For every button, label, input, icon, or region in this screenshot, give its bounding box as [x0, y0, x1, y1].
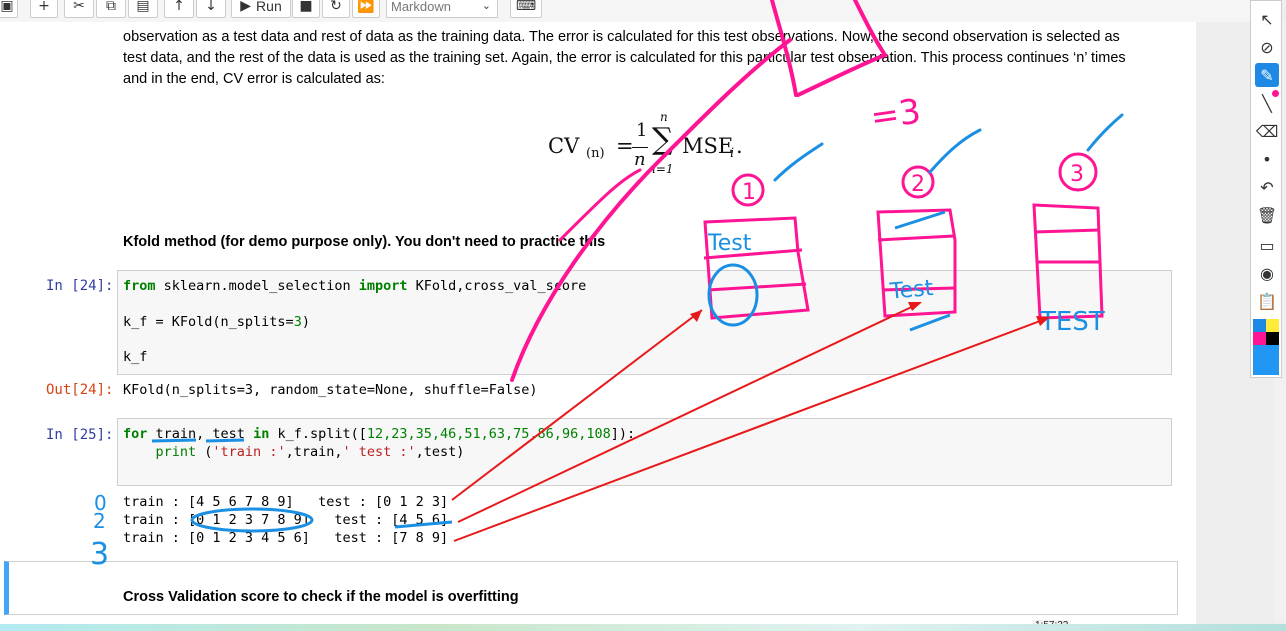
cell-output: KFold(n_splits=3, random_state=None, shu… [123, 382, 538, 398]
keyword: for [123, 426, 148, 442]
formula-frac-den: n [634, 149, 646, 170]
cell-type-value: Markdown [391, 0, 451, 14]
run-button[interactable]: ▶ Run [231, 0, 291, 18]
sum-symbol: ∑ [652, 122, 674, 157]
code-line: k_f [123, 349, 148, 365]
formula-eq: = [616, 134, 634, 158]
number: 12,23,35,46,51,63,75,86,96,108 [366, 426, 611, 442]
cell-type-select[interactable]: Markdown ⌄ [386, 0, 498, 18]
fold-output: train : [0 1 2 3 4 5 6] test : [7 8 9] [123, 530, 449, 546]
fast-forward-icon[interactable]: ⏩ [352, 0, 380, 18]
code-line: from sklearn.model_selection import KFol… [123, 278, 586, 294]
color-swatch-pink[interactable] [1253, 332, 1266, 345]
code-text: KFold,cross_val_score [407, 278, 587, 294]
pointer-icon[interactable]: ↖ [1255, 7, 1279, 31]
dot-icon[interactable]: • [1255, 147, 1279, 171]
kfold-heading: Kfold method (for demo purpose only). Yo… [123, 234, 606, 250]
code-line: for train, test in k_f.split([12,23,35,4… [123, 426, 635, 442]
restart-icon[interactable]: ↻ [322, 0, 350, 18]
code-text: ]): [610, 426, 636, 442]
run-icon: ▶ [240, 0, 252, 14]
copy-icon[interactable]: ⧉ [96, 0, 126, 18]
bottom-bar [0, 624, 1286, 631]
formula-term-sub: i [730, 146, 735, 161]
insert-icon[interactable]: + [30, 0, 58, 18]
color-swatch-yellow[interactable] [1266, 319, 1279, 332]
cut-icon[interactable]: ✂ [64, 0, 94, 18]
chevron-down-icon: ⌄ [481, 0, 491, 12]
keyword: import [358, 278, 408, 294]
active-color-dot [1272, 90, 1279, 97]
formula-frac-num: 1 [636, 120, 648, 141]
undo-icon[interactable]: ↶ [1255, 175, 1279, 199]
code-line: k_f = KFold(n_splits=3) [123, 314, 310, 330]
annotation-tool-panel: ↖ ⊘ ✎ ╲ ⌫ • ↶ 🗑 ▭ ◉ 📋 [1250, 0, 1282, 378]
markdown-line: and in the end, CV error is calculated a… [123, 71, 385, 87]
paste-icon[interactable]: ▤ [128, 0, 158, 18]
code-text: ( [196, 444, 213, 460]
cell-in-prompt: In [25]: [46, 427, 114, 443]
no-entry-icon[interactable]: ⊘ [1255, 35, 1279, 59]
code-text: ,test) [415, 444, 465, 460]
code-text: ,train, [285, 444, 343, 460]
markdown-line: observation as a test data and rest of d… [123, 29, 1120, 45]
keyboard-icon[interactable]: ⌨ [510, 0, 542, 18]
color-swatch-active[interactable] [1253, 345, 1279, 375]
builtin: print [155, 444, 197, 460]
camera-icon[interactable]: ◉ [1255, 261, 1279, 285]
formula-lhs-sub: (n) [586, 146, 605, 161]
clipboard-icon[interactable]: 📋 [1255, 289, 1279, 313]
code-text: k_f = KFold(n_splits= [123, 314, 294, 330]
formula-end: . [736, 134, 743, 158]
trash-icon[interactable]: 🗑 [1255, 203, 1279, 227]
color-swatch-black[interactable] [1266, 332, 1279, 345]
cell-out-prompt: Out[24]: [46, 382, 114, 398]
screen-icon[interactable]: ▭ [1255, 233, 1279, 257]
move-up-icon[interactable]: ↑ [164, 0, 194, 18]
highlighter-icon[interactable]: ✎ [1255, 63, 1279, 87]
fraction-bar [632, 147, 648, 148]
code-text: sklearn.model_selection [155, 278, 359, 294]
code-line: print ('train :',train,' test :',test) [123, 444, 465, 460]
formula-term: MSE [682, 134, 734, 158]
page-gutter [1196, 22, 1250, 631]
cv-heading: Cross Validation score to check if the m… [123, 589, 519, 605]
cell-in-prompt: In [24]: [46, 278, 114, 294]
code-text: k_f.split([ [269, 426, 367, 442]
keyword: in [253, 426, 270, 442]
color-swatch-blue[interactable] [1253, 319, 1266, 332]
move-down-icon[interactable]: ↓ [196, 0, 226, 18]
cv-formula: CV (n) = 1 n n ∑ i=1 MSE i . [548, 110, 768, 180]
save-icon[interactable]: ▣ [0, 0, 18, 18]
code-text: train, test [147, 426, 254, 442]
markdown-line: test data, and the rest of the data is u… [123, 50, 1126, 66]
formula-lhs: CV [548, 134, 580, 158]
number: 3 [293, 314, 302, 330]
code-text: ) [301, 314, 310, 330]
string: 'train :' [212, 444, 286, 460]
notebook-toolbar: ▣ + ✂ ⧉ ▤ ↑ ↓ ▶ Run ■ ↻ ⏩ Markdown ⌄ ⌨ [0, 0, 1250, 23]
formula-sum-bottom: i=1 [652, 162, 674, 176]
string: ' test :' [342, 444, 416, 460]
fold-output: train : [4 5 6 7 8 9] test : [0 1 2 3] [123, 494, 449, 510]
eraser-icon[interactable]: ⌫ [1255, 119, 1279, 143]
keyword: from [123, 278, 156, 294]
stop-icon[interactable]: ■ [292, 0, 320, 18]
fold-output: train : [0 1 2 3 7 8 9] test : [4 5 6] [123, 512, 449, 528]
run-label: Run [256, 0, 282, 14]
